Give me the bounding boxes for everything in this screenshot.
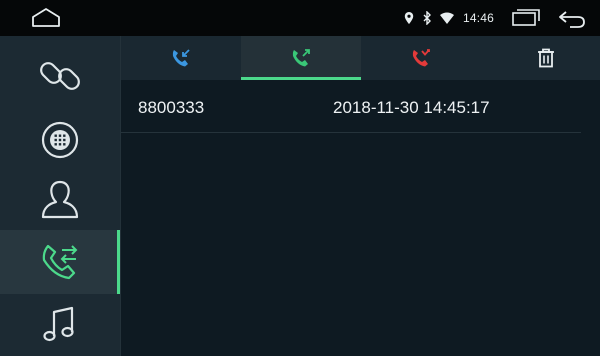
tab-outgoing-calls[interactable]	[241, 36, 361, 80]
tab-incoming-calls[interactable]	[121, 36, 241, 80]
call-timestamp: 2018-11-30 14:45:17	[333, 98, 490, 117]
call-log-list: 8800333 2018-11-30 14:45:17	[121, 80, 600, 356]
trash-icon	[538, 48, 554, 68]
back-icon	[559, 11, 585, 28]
dialpad-icon	[41, 121, 79, 159]
call-log-row[interactable]: 8800333 2018-11-30 14:45:17	[121, 80, 581, 133]
delete-button[interactable]	[534, 46, 558, 70]
link-icon	[40, 62, 80, 90]
wifi-icon	[439, 11, 455, 25]
music-icon	[43, 306, 74, 342]
sidebar-item-music[interactable]	[0, 292, 120, 356]
back-button[interactable]	[554, 6, 590, 30]
sidebar-item-call-log[interactable]	[0, 230, 120, 294]
home-button[interactable]	[28, 6, 64, 30]
sidebar-item-link[interactable]	[0, 44, 120, 108]
sidebar-item-dialpad[interactable]	[0, 108, 120, 172]
bluetooth-icon	[421, 11, 433, 25]
recent-apps-button[interactable]	[508, 6, 544, 30]
sidebar	[0, 36, 120, 356]
home-icon	[32, 8, 60, 27]
status-bar: 14:46	[0, 0, 600, 36]
location-icon	[403, 11, 415, 25]
missed-calls-icon	[412, 49, 430, 67]
call-type-tabs	[121, 36, 600, 80]
contacts-icon	[41, 180, 79, 219]
clock: 14:46	[462, 11, 494, 25]
recent-apps-icon	[512, 9, 540, 26]
call-log-icon	[42, 244, 78, 280]
call-number: 8800333	[138, 98, 205, 117]
sidebar-item-contacts[interactable]	[0, 168, 120, 232]
outgoing-calls-icon	[292, 49, 310, 67]
incoming-calls-icon	[172, 49, 190, 67]
tab-missed-calls[interactable]	[361, 36, 481, 80]
